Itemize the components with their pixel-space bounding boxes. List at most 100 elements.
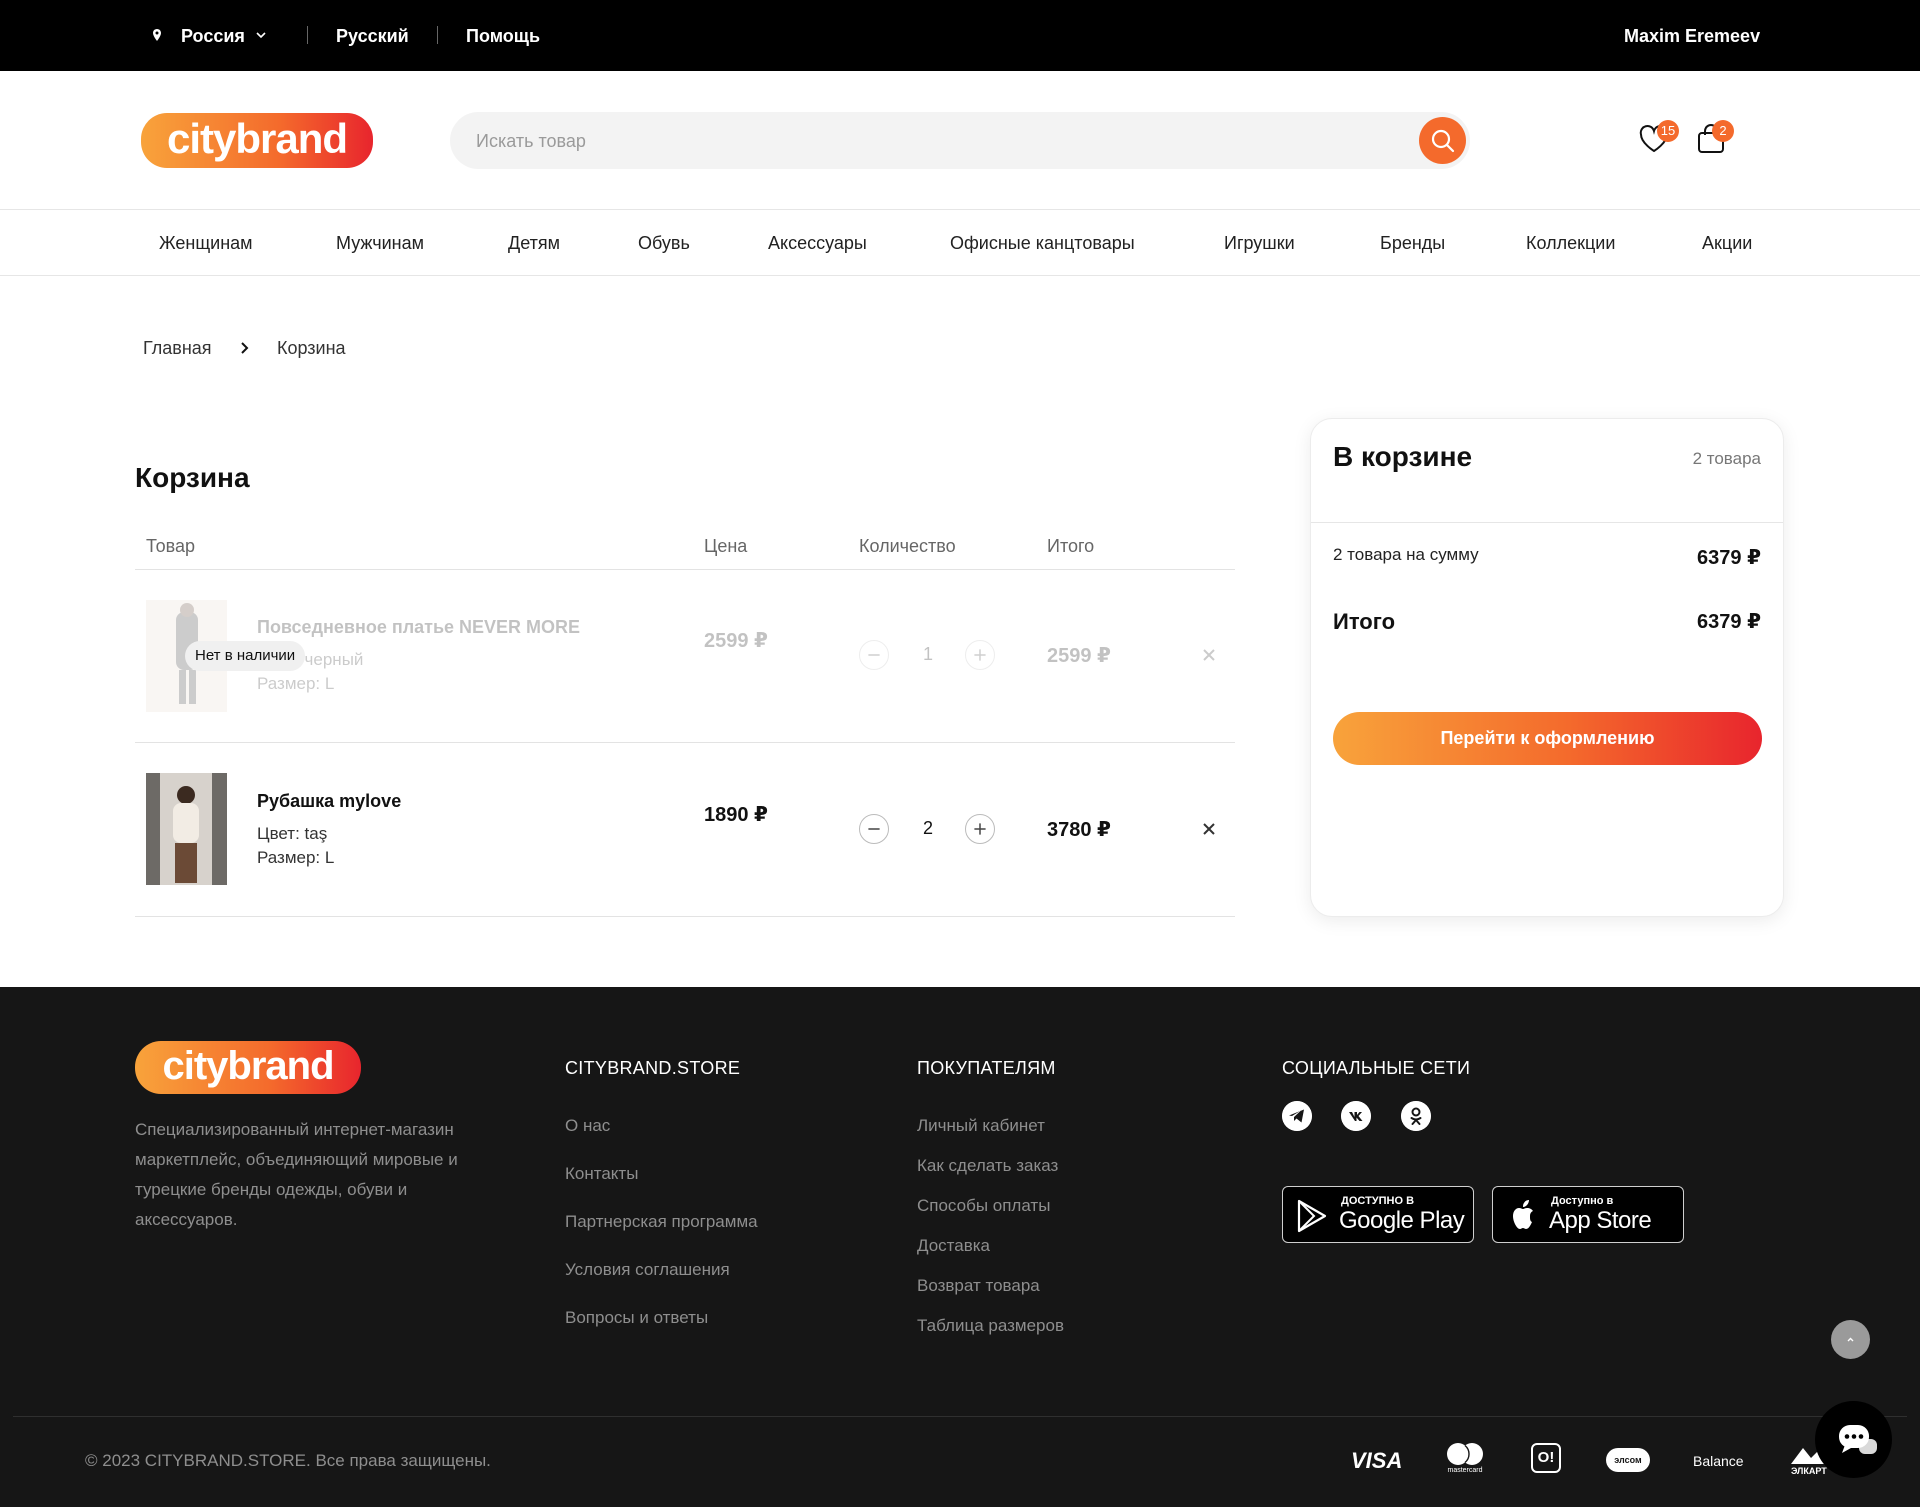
visa-logo: VISA <box>1351 1448 1403 1473</box>
breadcrumb-home[interactable]: Главная <box>143 336 212 360</box>
odnoklassniki-icon[interactable] <box>1401 1101 1431 1131</box>
logo[interactable]: citybrand <box>141 113 373 168</box>
product-size: Размер: L <box>257 848 335 867</box>
app-store-button[interactable]: Доступно в App Store <box>1492 1186 1684 1243</box>
o-dengi-logo: O! <box>1531 1443 1561 1473</box>
close-icon[interactable] <box>1199 819 1219 839</box>
vk-icon[interactable] <box>1341 1101 1371 1131</box>
location-pin-icon <box>153 29 161 41</box>
page-title: Корзина <box>135 462 250 493</box>
column-header-quantity: Количество <box>859 536 956 556</box>
divider <box>135 742 1235 743</box>
chevron-down-icon[interactable] <box>256 31 266 39</box>
search-icon <box>1431 129 1455 153</box>
main-nav: Женщинам Мужчинам Детям Обувь Аксессуары… <box>0 209 1920 276</box>
elsom-logo: элсом <box>1606 1448 1650 1472</box>
scroll-to-top-button[interactable] <box>1831 1320 1870 1359</box>
summary-sum-value: 6379 ₽ <box>1697 547 1761 569</box>
nav-item-kids[interactable]: Детям <box>508 231 560 255</box>
divider <box>135 569 1235 570</box>
minus-icon[interactable] <box>859 640 889 670</box>
nav-item-collections[interactable]: Коллекции <box>1526 231 1615 255</box>
summary-title: В корзине <box>1333 441 1473 472</box>
nav-item-men[interactable]: Мужчинам <box>336 231 424 255</box>
search-input[interactable] <box>476 126 1376 156</box>
divider <box>437 26 438 44</box>
footer-link-account[interactable]: Личный кабинет <box>917 1116 1045 1136</box>
footer-heading-social: СОЦИАЛЬНЫЕ СЕТИ <box>1282 1058 1471 1078</box>
app-store-label: App Store <box>1549 1207 1652 1234</box>
footer-heading-store: CITYBRAND.STORE <box>565 1058 741 1078</box>
close-icon[interactable] <box>1199 645 1219 665</box>
region-selector[interactable]: Россия <box>181 24 245 48</box>
checkout-button[interactable]: Перейти к оформлению <box>1333 712 1762 765</box>
nav-item-accessories[interactable]: Аксессуары <box>768 231 867 255</box>
search-button[interactable] <box>1419 117 1466 164</box>
footer-link-partners[interactable]: Партнерская программа <box>565 1212 758 1232</box>
footer: citybrand Специализированный интернет-ма… <box>0 987 1920 1507</box>
plus-icon[interactable] <box>965 814 995 844</box>
product-price: 1890 ₽ <box>704 804 768 826</box>
footer-link-delivery[interactable]: Доставка <box>917 1236 990 1256</box>
favorites-count-badge: 15 <box>1657 120 1679 142</box>
minus-icon[interactable] <box>859 814 889 844</box>
row-total: 3780 ₽ <box>1047 819 1111 841</box>
breadcrumb-current: Корзина <box>277 338 346 358</box>
top-bar: Россия Русский Помощь Maxim Eremeev <box>0 0 1920 71</box>
chevron-right-icon <box>241 342 249 354</box>
divider <box>307 26 308 44</box>
footer-logo[interactable]: citybrand <box>135 1041 361 1094</box>
copyright: © 2023 CITYBRAND.STORE. Все права защище… <box>85 1451 491 1470</box>
nav-item-brands[interactable]: Бренды <box>1380 231 1445 255</box>
app-store-small: Доступно в <box>1551 1195 1614 1207</box>
chat-button[interactable] <box>1815 1401 1892 1478</box>
footer-link-how-to-order[interactable]: Как сделать заказ <box>917 1156 1058 1176</box>
chat-icon <box>1839 1425 1877 1454</box>
footer-link-contacts[interactable]: Контакты <box>565 1164 638 1184</box>
column-header-product: Товар <box>146 536 195 556</box>
product-price: 2599 ₽ <box>704 630 768 652</box>
logo-text: citybrand <box>162 1044 334 1088</box>
language-selector[interactable]: Русский <box>336 24 409 48</box>
google-play-label: Google Play <box>1339 1207 1465 1234</box>
cart-count-badge: 2 <box>1712 120 1734 142</box>
footer-link-returns[interactable]: Возврат товара <box>917 1276 1040 1296</box>
nav-item-office[interactable]: Офисные канцтовары <box>950 231 1135 255</box>
logo-text: citybrand <box>166 115 348 162</box>
google-play-button[interactable]: ДОСТУПНО В Google Play <box>1282 1186 1474 1243</box>
out-of-stock-badge: Нет в наличии <box>185 641 306 671</box>
user-name-link[interactable]: Maxim Eremeev <box>1624 24 1760 48</box>
footer-link-sizes[interactable]: Таблица размеров <box>917 1316 1064 1336</box>
product-color: Цвет: taş <box>257 824 328 843</box>
product-size: Размер: L <box>257 674 335 693</box>
column-header-total: Итого <box>1047 536 1095 556</box>
balance-logo: Balance <box>1693 1453 1744 1469</box>
nav-item-shoes[interactable]: Обувь <box>638 231 690 255</box>
help-link[interactable]: Помощь <box>466 24 540 48</box>
apple-icon <box>1513 1200 1533 1229</box>
footer-link-payment[interactable]: Способы оплаты <box>917 1196 1050 1216</box>
product-name[interactable]: Повседневное платье NEVER MORE <box>257 617 580 638</box>
google-play-small: ДОСТУПНО В <box>1341 1195 1415 1207</box>
mastercard-text: mastercard <box>1447 1467 1483 1474</box>
footer-link-about[interactable]: О нас <box>565 1116 610 1136</box>
footer-description: Специализированный интернет-магазин марк… <box>135 1120 458 1229</box>
product-image[interactable] <box>146 773 227 885</box>
summary-total-label: Итого <box>1333 609 1396 634</box>
product-name[interactable]: Рубашка mylove <box>257 791 401 812</box>
divider <box>135 916 1235 917</box>
cart-summary-card: В корзине 2 товара 2 товара на сумму 637… <box>1310 418 1784 917</box>
chevron-up-icon <box>1847 1337 1854 1342</box>
nav-item-women[interactable]: Женщинам <box>159 231 253 255</box>
footer-link-faq[interactable]: Вопросы и ответы <box>565 1308 708 1328</box>
plus-icon[interactable] <box>965 640 995 670</box>
divider <box>1311 522 1783 523</box>
telegram-icon[interactable] <box>1282 1101 1312 1131</box>
footer-link-terms[interactable]: Условия соглашения <box>565 1260 730 1280</box>
quantity-value: 1 <box>922 644 933 664</box>
search-bar <box>450 112 1470 169</box>
nav-item-toys[interactable]: Игрушки <box>1224 231 1295 255</box>
mastercard-icon <box>1447 1443 1483 1465</box>
mastercard-logo: mastercard <box>1443 1442 1487 1476</box>
nav-item-sale[interactable]: Акции <box>1702 231 1752 255</box>
